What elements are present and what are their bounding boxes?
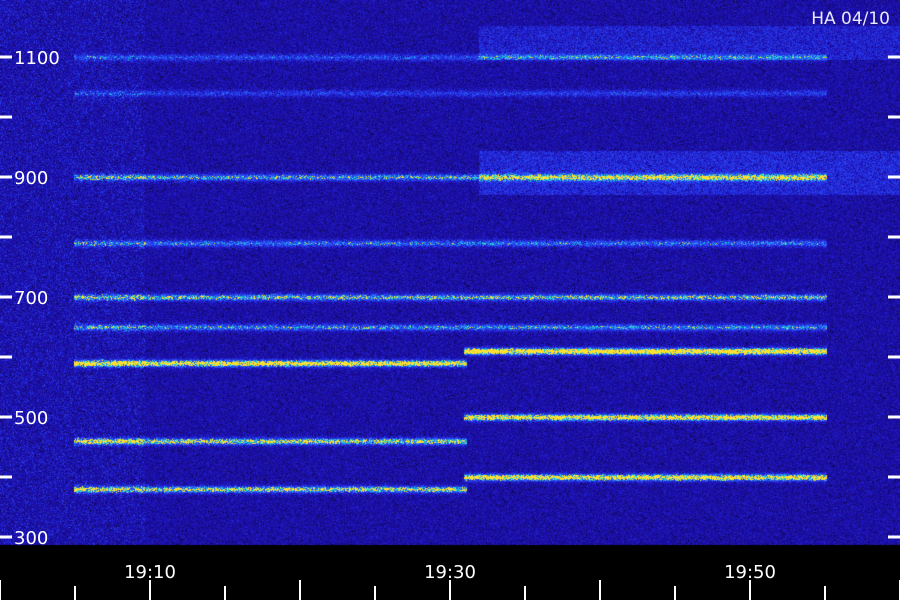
axes-overlay: 300 500 700 900 1100 19:10 19:30 19:50 HA 04/1… (0, 9, 900, 600)
y-tick-label: 300 (14, 528, 48, 549)
y-tick-label: 1100 (14, 48, 60, 69)
y-tick-label: 500 (14, 408, 48, 429)
y-axis-left: 300 500 700 900 1100 (0, 48, 60, 549)
x-axis: 19:10 19:30 19:50 (0, 562, 900, 600)
x-tick-label: 19:50 (724, 562, 776, 583)
y-tick-label: 900 (14, 168, 48, 189)
y-axis-right (888, 55, 900, 539)
x-tick-label: 19:10 (124, 562, 176, 583)
corner-label: HA 04/10 (811, 9, 890, 29)
x-tick-label: 19:30 (424, 562, 476, 583)
y-tick-label: 700 (14, 288, 48, 309)
